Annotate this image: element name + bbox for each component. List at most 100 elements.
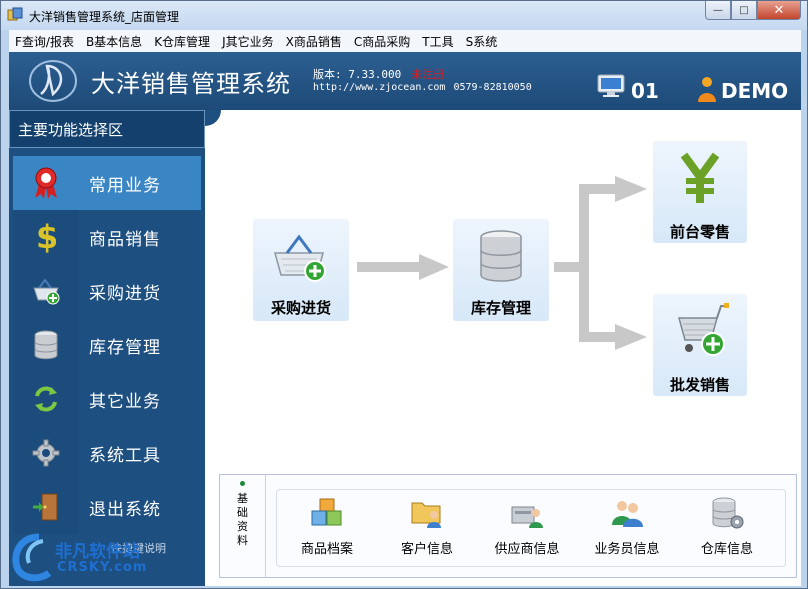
version-text: 版本: 7.33.000 (313, 68, 402, 81)
basic-item-icon-wrap (610, 496, 644, 530)
svg-text:$: $ (36, 220, 58, 254)
sidebar-icon-cell (13, 156, 79, 210)
logo-icon (29, 60, 77, 102)
basic-item-label: 客户信息 (400, 542, 453, 557)
menu-bar: F查询/报表 B基本信息 K仓库管理 J其它业务 X商品销售 C商品采购 T工具… (9, 30, 801, 52)
users-icon (612, 501, 643, 527)
sidebar-icon-cell (13, 480, 79, 534)
dollar-icon: $ (36, 220, 58, 254)
yuan-icon (680, 152, 720, 203)
contact-line: http://www.zjocean.com 0579-82810050 (313, 82, 532, 93)
supplier-icon (511, 506, 543, 528)
station-number: 01 (631, 79, 659, 103)
app-header: 大洋销售管理系统 版本: 7.33.000 未注册 http://www.zjoc… (9, 52, 801, 110)
flow-inventory-card[interactable]: 库存管理 (453, 219, 549, 321)
sidebar-item-label: 退出系统 (89, 499, 161, 520)
menu-warehouse[interactable]: K仓库管理 (154, 33, 210, 50)
sidebar-item-inventory[interactable]: 库存管理 (13, 318, 201, 372)
basic-item-label: 商品档案 (300, 542, 353, 557)
registration-status: 未注册 (411, 68, 445, 81)
menu-query-report[interactable]: F查询/报表 (15, 33, 74, 50)
sidebar-icon-cell (13, 318, 79, 372)
database-icon (34, 330, 58, 360)
cart-add-icon (678, 303, 729, 356)
title-bar: 大洋销售管理系统_店面管理 — □ ✕ (1, 1, 807, 30)
watermark-cn: 非凡软件站 (55, 542, 140, 562)
basic-item-icon-wrap (410, 496, 444, 530)
sidebar-item-label: 商品销售 (89, 229, 161, 250)
flow-retail-label: 前台零售 (669, 223, 730, 241)
sidebar-title: 主要功能选择区 (9, 110, 205, 148)
current-user: DEMO (721, 79, 789, 103)
sidebar-item-other-business[interactable]: 其它业务 (13, 372, 201, 426)
boxes-icon (311, 498, 342, 526)
app-name: 大洋销售管理系统 (91, 70, 291, 98)
basic-item-label: 业务员信息 (594, 542, 660, 557)
sidebar-icon-cell (13, 372, 79, 426)
main-workspace: 采购进货 库存管理 前台零售 批发销售 基础资料 商品档案 客户信息 供应商信息… (205, 110, 801, 586)
sidebar-item-label: 常用业务 (89, 175, 161, 196)
app-window: 大洋销售管理系统_店面管理 — □ ✕ F查询/报表 B基本信息 K仓库管理 J… (0, 0, 808, 589)
basic-item-icon-wrap (710, 496, 744, 530)
menu-other-business[interactable]: J其它业务 (222, 33, 274, 50)
refresh-arrows-icon (35, 386, 57, 412)
basic-data-tag: 基础资料 (220, 475, 266, 577)
version-line: 版本: 7.33.000 未注册 (313, 66, 444, 82)
sidebar-item-purchase[interactable]: 采购进货 (13, 264, 201, 318)
flow-purchase-label: 采购进货 (270, 299, 331, 317)
sidebar-item-label: 系统工具 (89, 445, 161, 466)
ribbon-award-icon (35, 167, 57, 199)
database-gear-icon (712, 497, 744, 529)
watermark-en: CRSKY.com (57, 560, 148, 575)
menu-basic-info[interactable]: B基本信息 (86, 33, 142, 50)
user-icon (698, 77, 716, 102)
sidebar-item-sales[interactable]: $ 商品销售 (13, 210, 201, 264)
basic-data-panel: 基础资料 商品档案 客户信息 供应商信息 业务员信息 仓库信息 (219, 474, 797, 578)
menu-purchase[interactable]: C商品采购 (354, 33, 410, 50)
minimize-button[interactable]: — (705, 1, 731, 20)
sidebar-icon-cell (13, 426, 79, 480)
exit-door-icon (33, 493, 58, 521)
site-watermark: 非凡软件站 CRSKY.com (5, 527, 165, 587)
flow-retail-card[interactable]: 前台零售 (653, 141, 747, 243)
basket-add-icon (274, 234, 326, 282)
flow-wholesale-card[interactable]: 批发销售 (653, 294, 747, 396)
function-sidebar: 主要功能选择区 常用业务 $ 商品销售 采购进货 库存管理 其它业务 系统工具 … (9, 110, 205, 586)
sidebar-icon-cell (13, 264, 79, 318)
sidebar-item-label: 库存管理 (89, 337, 161, 358)
close-button[interactable]: ✕ (757, 1, 801, 20)
flow-inventory-label: 库存管理 (470, 299, 531, 317)
basic-item-label: 供应商信息 (494, 542, 560, 557)
window-title: 大洋销售管理系统_店面管理 (29, 10, 180, 24)
menu-sales[interactable]: X商品销售 (286, 33, 342, 50)
basic-item-icon-wrap (510, 496, 544, 530)
phone-number: 0579-82810050 (453, 82, 532, 93)
app-icon (7, 7, 23, 21)
folder-user-icon (411, 502, 441, 528)
basic-item-supplier-info[interactable]: 供应商信息 (477, 496, 577, 566)
sidebar-nav: 常用业务 $ 商品销售 采购进货 库存管理 其它业务 系统工具 退出系统 (13, 156, 201, 534)
maximize-button[interactable]: □ (731, 1, 757, 20)
sidebar-item-label: 其它业务 (89, 391, 161, 412)
window-controls: — □ ✕ (705, 1, 801, 21)
status-dot (240, 481, 245, 486)
database-icon (480, 230, 522, 282)
menu-system[interactable]: S系统 (466, 33, 498, 50)
website-url: http://www.zjocean.com (313, 82, 446, 93)
basic-item-warehouse-info[interactable]: 仓库信息 (677, 496, 777, 566)
sidebar-item-label: 采购进货 (89, 283, 161, 304)
gear-icon (32, 439, 60, 467)
basic-data-title: 基础资料 (237, 492, 248, 547)
basic-item-product-archive[interactable]: 商品档案 (277, 496, 377, 566)
basic-item-icon-wrap (310, 496, 344, 530)
flow-purchase-card[interactable]: 采购进货 (253, 219, 349, 321)
sidebar-item-system-tools[interactable]: 系统工具 (13, 426, 201, 480)
sidebar-item-exit[interactable]: 退出系统 (13, 480, 201, 534)
sidebar-icon-cell: $ (13, 210, 79, 264)
menu-tools[interactable]: T工具 (422, 33, 453, 50)
monitor-icon (597, 74, 625, 97)
basic-item-customer-info[interactable]: 客户信息 (377, 496, 477, 566)
basic-item-salesperson-info[interactable]: 业务员信息 (577, 496, 677, 566)
sidebar-item-common-business[interactable]: 常用业务 (13, 156, 201, 210)
basket-add-icon (33, 278, 60, 305)
